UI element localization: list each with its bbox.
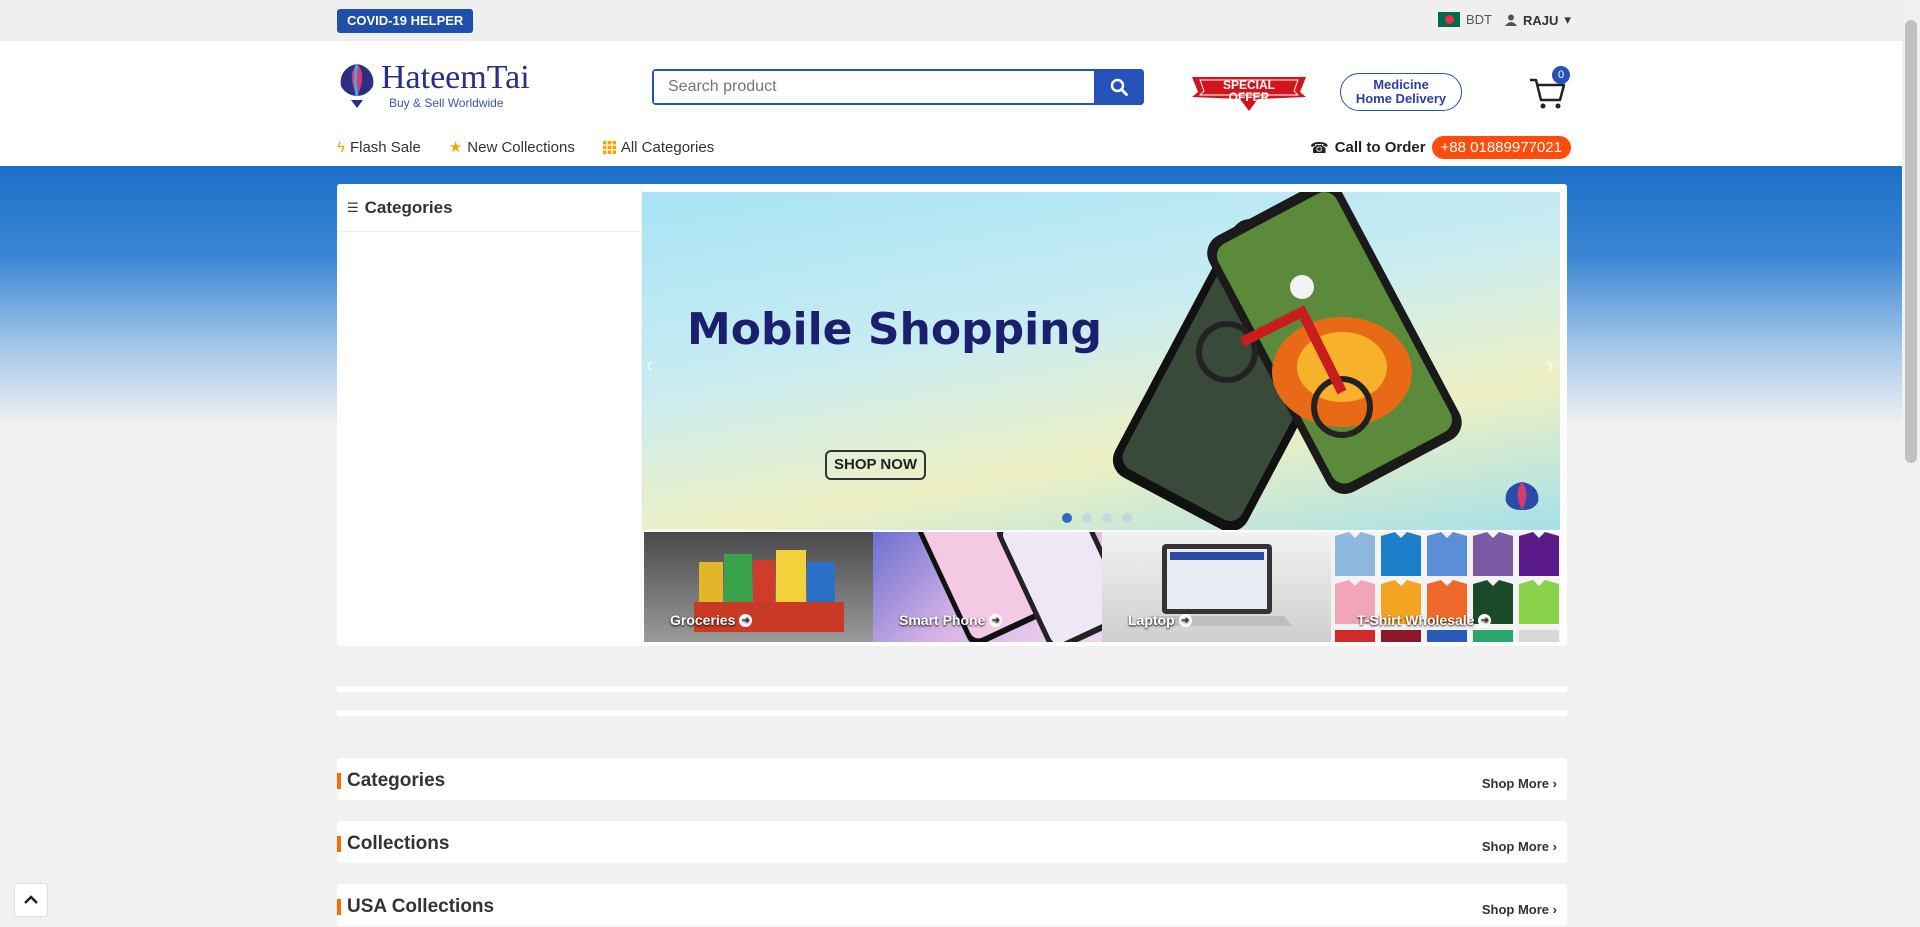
special-line-2: OFFER <box>1228 90 1270 104</box>
tile-t-shirt-wholesale[interactable]: T-Shirt Wholesale ➔ <box>1331 532 1560 642</box>
category-sidebar-header: ☰ Categories <box>337 184 641 232</box>
section-title: Collections <box>347 833 450 854</box>
user-icon <box>1505 14 1517 26</box>
section-title: USA Collections <box>347 896 495 917</box>
search-button[interactable] <box>1094 69 1144 105</box>
tile-label: Laptop ➔ <box>1128 612 1192 628</box>
shop-now-button[interactable]: SHOP NOW <box>825 450 927 480</box>
special-offer-badge[interactable]: SPECIAL OFFER <box>1188 73 1310 111</box>
call-to-order: ☎ Call to Order +88 01889977021 <box>1310 136 1571 159</box>
list-icon: ☰ <box>347 199 359 215</box>
category-sidebar-title: Categories <box>364 197 453 217</box>
arrow-circle-icon: ➔ <box>1478 613 1492 627</box>
main-nav: ϟ Flash Sale ★ New Collections All Categ… <box>337 138 715 157</box>
slider-dot[interactable] <box>1102 513 1112 523</box>
slide-phone-image <box>1112 192 1539 530</box>
section-collections: Collections Shop More › <box>337 821 1567 863</box>
tile-label: T-Shirt Wholesale ➔ <box>1357 612 1492 628</box>
nav-all-categories-label: All Categories <box>620 138 715 156</box>
chevron-right-icon: › <box>1552 902 1557 917</box>
phone-number-link[interactable]: +88 01889977021 <box>1431 136 1571 159</box>
search-input[interactable] <box>654 71 1094 103</box>
hero-card: ☰ Categories Mobile Shopping SHOP NOW ‹ <box>337 184 1567 646</box>
covid-helper-button[interactable]: COVID-19 HELPER <box>337 9 474 33</box>
slider-dot[interactable] <box>1062 513 1072 523</box>
slide-title: Mobile Shopping <box>687 304 1102 355</box>
logo-tagline: Buy & Sell Worldwide <box>389 96 504 110</box>
nav-flash-sale[interactable]: ϟ Flash Sale <box>337 138 421 156</box>
bangladesh-flag-icon <box>1438 12 1460 27</box>
logo[interactable]: HateemTai Buy & Sell Worldwide <box>337 60 530 110</box>
tile-laptop[interactable]: Laptop ➔ <box>1102 532 1331 642</box>
caret-down-icon: ▾ <box>1564 12 1571 27</box>
tile-groceries[interactable]: Groceries ➔ <box>644 532 873 642</box>
category-tiles: Groceries ➔ Smart Phone ➔ Laptop ➔ T-Shi… <box>644 532 1560 642</box>
search-icon <box>1110 78 1128 96</box>
slider-dot[interactable] <box>1082 513 1092 523</box>
user-menu[interactable]: RAJU ▾ <box>1505 12 1571 28</box>
star-icon: ★ <box>448 139 463 156</box>
medicine-line-1: Medicine <box>1373 77 1429 92</box>
slider-dots <box>1062 513 1132 523</box>
nav-flash-sale-label: Flash Sale <box>349 138 421 156</box>
nav-all-categories[interactable]: All Categories <box>602 138 715 156</box>
divider <box>337 710 1567 716</box>
arrow-circle-icon: ➔ <box>739 613 753 627</box>
scrollbar-thumb[interactable] <box>1905 20 1917 463</box>
currency-label: BDT <box>1466 12 1492 27</box>
tile-label: Groceries ➔ <box>670 612 753 628</box>
shop-more-link[interactable]: Shop More › <box>1482 839 1557 854</box>
nav-new-collections-label: New Collections <box>467 138 575 156</box>
category-sidebar: ☰ Categories <box>337 184 642 646</box>
grid-icon <box>602 140 616 154</box>
divider <box>337 686 1567 692</box>
shop-more-link[interactable]: Shop More › <box>1482 902 1557 917</box>
slider-dot[interactable] <box>1122 513 1132 523</box>
user-name: RAJU <box>1523 12 1559 28</box>
hero-slider: Mobile Shopping SHOP NOW ‹ › <box>642 192 1560 530</box>
shop-more-link[interactable]: Shop More › <box>1482 776 1557 791</box>
tile-label: Smart Phone ➔ <box>899 612 1003 628</box>
chevron-up-icon <box>24 895 38 904</box>
arrow-circle-icon: ➔ <box>989 613 1003 627</box>
section-usa-collections: USA Collections Shop More › <box>337 884 1567 926</box>
chevron-right-icon: › <box>1552 776 1557 791</box>
phone-icon: ☎ <box>1310 139 1329 157</box>
chevron-right-icon: › <box>1552 839 1557 854</box>
search-box <box>652 69 1144 105</box>
currency-selector[interactable]: BDT <box>1438 12 1492 27</box>
tile-smart-phone[interactable]: Smart Phone ➔ <box>873 532 1102 642</box>
section-title: Categories <box>347 770 446 791</box>
cart-count-badge: 0 <box>1552 66 1570 84</box>
medicine-line-2: Home Delivery <box>1355 91 1447 106</box>
slider-next-icon[interactable]: › <box>1547 352 1554 378</box>
arrow-circle-icon: ➔ <box>1178 613 1192 627</box>
nav-new-collections[interactable]: ★ New Collections <box>448 138 575 157</box>
call-to-order-label: Call to Order <box>1334 139 1426 156</box>
logo-mark-icon <box>340 63 374 108</box>
lightning-icon: ϟ <box>337 138 345 156</box>
medicine-home-delivery-button[interactable]: Medicine Home Delivery <box>1340 73 1462 111</box>
logo-name: HateemTai <box>381 59 530 96</box>
section-categories: Categories Shop More › <box>337 758 1567 800</box>
scroll-to-top-button[interactable] <box>14 883 48 917</box>
top-bar <box>0 0 1902 41</box>
slider-prev-icon[interactable]: ‹ <box>646 352 653 378</box>
